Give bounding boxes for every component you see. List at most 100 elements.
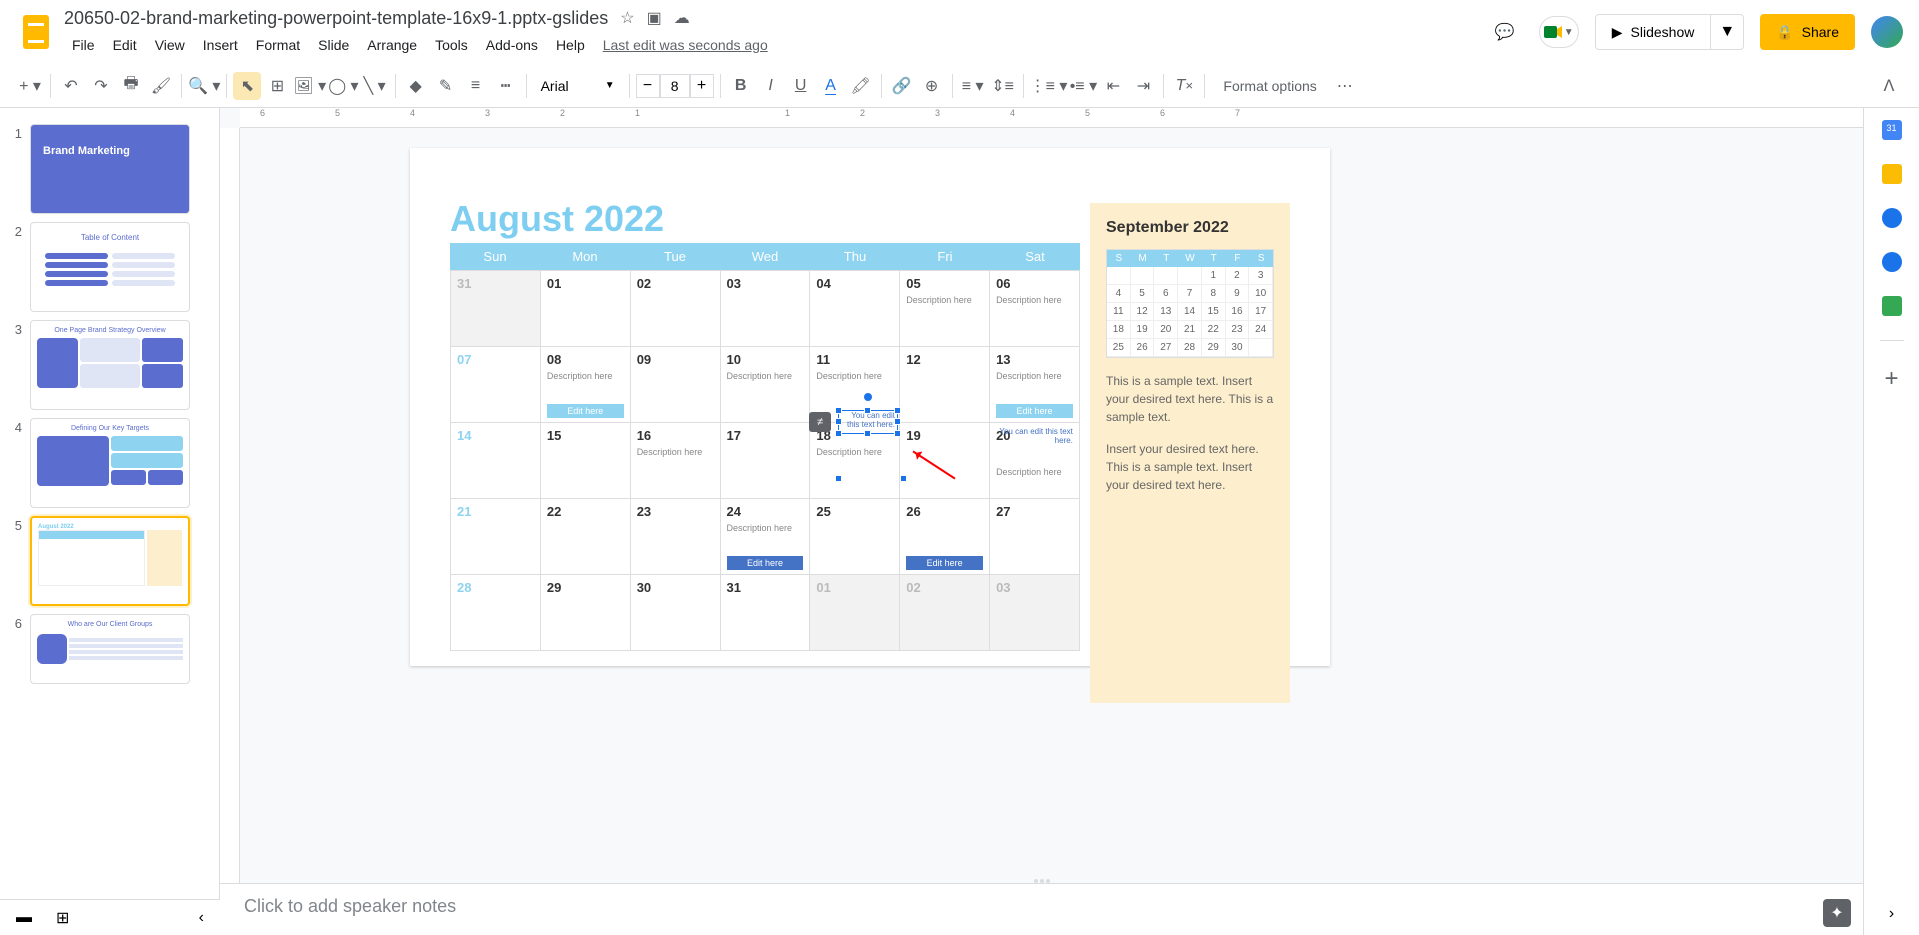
menu-edit[interactable]: Edit: [105, 33, 145, 57]
toolbar: + ▾ ↶ ↷ 🖶 🖌 🔍 ▾ ⬉ ⊞ 🖼 ▾ ◯ ▾ ╲ ▾ ◆ ✎ ≡ ┅ …: [0, 64, 1919, 108]
slides-logo[interactable]: [16, 12, 56, 52]
fill-color-button[interactable]: ◆: [402, 72, 430, 100]
textbox-button[interactable]: ⊞: [263, 72, 291, 100]
line-button[interactable]: ╲ ▾: [361, 72, 389, 100]
decrease-indent-button[interactable]: ⇤: [1099, 72, 1127, 100]
slide-thumb-6[interactable]: Who are Our Client Groups: [30, 614, 190, 684]
image-button[interactable]: 🖼 ▾: [293, 72, 326, 100]
bulleted-list-button[interactable]: •≡ ▾: [1069, 72, 1097, 100]
outer-handle[interactable]: [900, 475, 907, 482]
side-title: September 2022: [1106, 219, 1274, 237]
play-icon: ▶: [1612, 24, 1623, 41]
meet-button[interactable]: ▼: [1539, 16, 1579, 48]
explore-button[interactable]: ✦: [1823, 899, 1851, 927]
strikethrough-icon[interactable]: ≠: [809, 412, 831, 432]
mini-calendar: SMTWTFS 123 45678910 11121314151617 1819…: [1106, 249, 1274, 358]
menu-file[interactable]: File: [64, 33, 103, 57]
cloud-icon[interactable]: ☁: [674, 8, 690, 28]
move-icon[interactable]: ▣: [647, 8, 662, 28]
doc-title[interactable]: 20650-02-brand-marketing-powerpoint-temp…: [64, 8, 608, 29]
avatar[interactable]: [1871, 16, 1903, 48]
bold-button[interactable]: B: [727, 72, 755, 100]
redo-button[interactable]: ↷: [87, 72, 115, 100]
add-apps-button[interactable]: +: [1884, 365, 1898, 393]
select-tool[interactable]: ⬉: [233, 72, 261, 100]
print-button[interactable]: 🖶: [117, 72, 145, 100]
slideshow-dropdown[interactable]: ▼: [1710, 15, 1743, 49]
comment-button[interactable]: ⊕: [918, 72, 946, 100]
more-button[interactable]: ⋯: [1331, 72, 1359, 100]
selection-box[interactable]: You can edit this text here.: [838, 410, 898, 434]
side-panel[interactable]: September 2022 SMTWTFS 123 45678910 1112…: [1090, 203, 1290, 703]
header: 20650-02-brand-marketing-powerpoint-temp…: [0, 0, 1919, 64]
rotate-handle[interactable]: [864, 393, 872, 401]
menu-format[interactable]: Format: [248, 33, 308, 57]
tasks-app-icon[interactable]: [1882, 208, 1902, 228]
side-text-1: This is a sample text. Insert your desir…: [1106, 372, 1274, 426]
right-panel: 31 + ›: [1863, 108, 1919, 935]
line-spacing-button[interactable]: ⇕≡: [989, 72, 1017, 100]
menu-tools[interactable]: Tools: [427, 33, 476, 57]
outer-handle[interactable]: [835, 475, 842, 482]
highlight-button[interactable]: 🖍: [847, 72, 875, 100]
slide-thumb-1[interactable]: Brand Marketing: [30, 124, 190, 214]
format-options-button[interactable]: Format options: [1211, 72, 1328, 100]
border-color-button[interactable]: ✎: [432, 72, 460, 100]
numbered-list-button[interactable]: ⋮≡ ▾: [1030, 72, 1068, 100]
slideshow-button[interactable]: ▶ Slideshow: [1596, 24, 1711, 41]
font-decrease-button[interactable]: −: [636, 74, 660, 98]
last-edit[interactable]: Last edit was seconds ago: [595, 33, 776, 57]
menu-arrange[interactable]: Arrange: [359, 33, 425, 57]
bottom-bar: ▬ ⊞ ‹: [0, 899, 220, 935]
slide-canvas[interactable]: August 2022 SunMonTueWedThuFriSat 31 01 …: [410, 148, 1330, 666]
font-size-input[interactable]: [660, 74, 690, 98]
collapse-right-icon[interactable]: ›: [1889, 905, 1894, 923]
underline-button[interactable]: U: [787, 72, 815, 100]
canvas-area[interactable]: 6543211234567 August 2022 SunMonTueWedTh…: [220, 108, 1863, 935]
slide-thumb-2[interactable]: Table of Content: [30, 222, 190, 312]
speaker-notes[interactable]: Click to add speaker notes: [220, 883, 1863, 935]
lock-icon: 🔒: [1776, 24, 1793, 41]
italic-button[interactable]: I: [757, 72, 785, 100]
collapse-panel-icon[interactable]: ‹: [199, 909, 204, 927]
border-dash-button[interactable]: ┅: [492, 72, 520, 100]
menu-addons[interactable]: Add-ons: [478, 33, 546, 57]
zoom-button[interactable]: 🔍 ▾: [188, 72, 220, 100]
menu-bar: File Edit View Insert Format Slide Arran…: [64, 33, 1487, 57]
slide-panel: 1Brand Marketing 2Table of Content 3One …: [0, 108, 220, 935]
maps-app-icon[interactable]: [1882, 296, 1902, 316]
new-slide-button[interactable]: + ▾: [16, 72, 44, 100]
shape-button[interactable]: ◯ ▾: [328, 72, 358, 100]
contacts-app-icon[interactable]: [1882, 252, 1902, 272]
comments-icon[interactable]: 💬: [1487, 14, 1523, 50]
ruler-vertical: [220, 128, 240, 935]
collapse-button[interactable]: ᐱ: [1875, 72, 1903, 100]
link-button[interactable]: 🔗: [888, 72, 916, 100]
menu-insert[interactable]: Insert: [195, 33, 246, 57]
star-icon[interactable]: ☆: [620, 8, 634, 28]
font-increase-button[interactable]: +: [690, 74, 714, 98]
slide-thumb-5[interactable]: August 2022: [30, 516, 190, 606]
text-color-button[interactable]: A: [817, 72, 845, 100]
filmstrip-view-icon[interactable]: ▬: [16, 909, 32, 927]
ruler-horizontal: 6543211234567: [240, 108, 1863, 128]
border-weight-button[interactable]: ≡: [462, 72, 490, 100]
grid-view-icon[interactable]: ⊞: [56, 908, 69, 928]
clear-formatting-button[interactable]: T×: [1170, 72, 1198, 100]
calendar-app-icon[interactable]: 31: [1882, 120, 1902, 140]
paint-format-button[interactable]: 🖌: [147, 72, 175, 100]
slide-thumb-4[interactable]: Defining Our Key Targets: [30, 418, 190, 508]
increase-indent-button[interactable]: ⇥: [1129, 72, 1157, 100]
side-text-2: Insert your desired text here. This is a…: [1106, 440, 1274, 494]
slide-thumb-3[interactable]: One Page Brand Strategy Overview: [30, 320, 190, 410]
calendar-title[interactable]: August 2022: [450, 198, 664, 240]
font-select[interactable]: Arial▼: [533, 72, 623, 100]
menu-slide[interactable]: Slide: [310, 33, 357, 57]
menu-view[interactable]: View: [147, 33, 193, 57]
share-button[interactable]: 🔒 Share: [1760, 14, 1855, 50]
main-calendar[interactable]: SunMonTueWedThuFriSat 31 01 02 03 04 05D…: [450, 243, 1080, 651]
keep-app-icon[interactable]: [1882, 164, 1902, 184]
align-button[interactable]: ≡ ▾: [959, 72, 987, 100]
undo-button[interactable]: ↶: [57, 72, 85, 100]
menu-help[interactable]: Help: [548, 33, 593, 57]
